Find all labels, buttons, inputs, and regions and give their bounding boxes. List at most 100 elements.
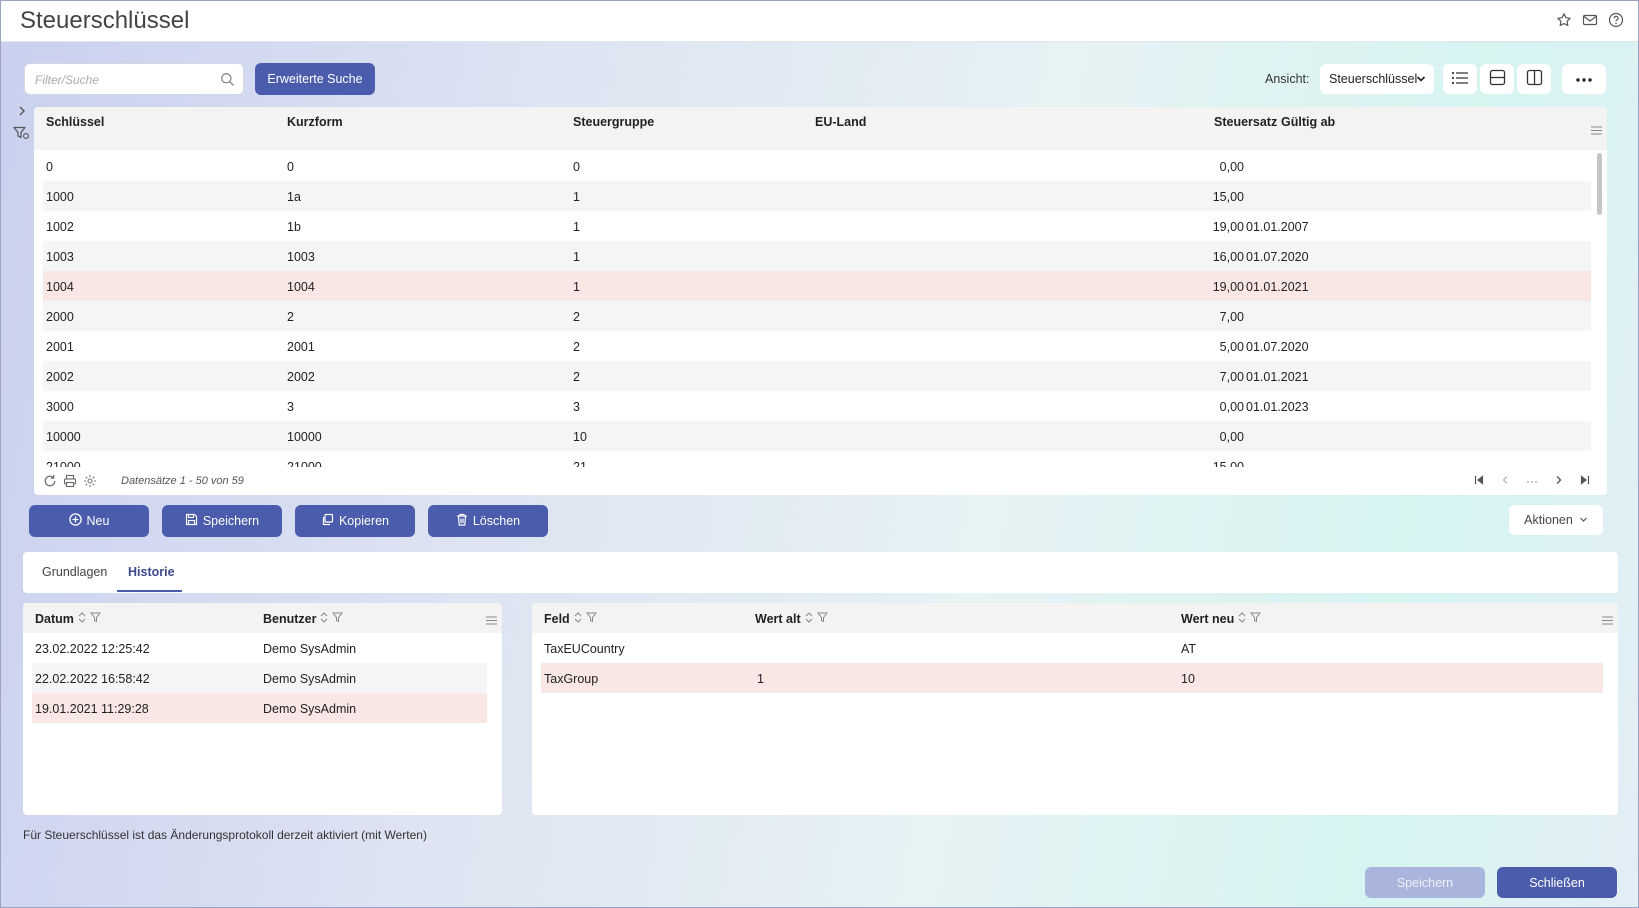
cell-schluessel: 1002 <box>46 220 74 234</box>
cell-gueltig: 01.01.2021 <box>1246 280 1309 294</box>
filter-icon[interactable] <box>585 612 597 626</box>
delete-button[interactable]: Löschen <box>428 505 548 537</box>
change-row[interactable]: TaxEUCountry AT <box>541 633 1603 663</box>
sort-icon[interactable] <box>1238 612 1246 626</box>
table-row[interactable]: 2001 2001 2 5,00 01.07.2020 <box>43 331 1591 361</box>
sort-icon[interactable] <box>574 612 582 626</box>
advanced-search-button[interactable]: Erweiterte Suche <box>255 63 375 95</box>
next-page-icon[interactable] <box>1555 474 1563 488</box>
cell-schluessel: 1000 <box>46 190 74 204</box>
column-header-wert-neu[interactable]: Wert neu <box>1181 612 1262 626</box>
column-header-schluessel[interactable]: Schlüssel <box>46 115 104 129</box>
table-row[interactable]: 21000 21000 21 15,00 <box>43 451 1591 467</box>
chevron-down-icon <box>1416 73 1426 87</box>
cell-gueltig: 01.01.2023 <box>1246 400 1309 414</box>
save-button[interactable]: Speichern <box>162 505 282 537</box>
column-header-steuergruppe[interactable]: Steuergruppe <box>573 115 654 129</box>
history-row[interactable]: 19.01.2021 11:29:28 Demo SysAdmin <box>32 693 487 723</box>
filter-icon[interactable] <box>89 612 101 626</box>
column-menu-icon[interactable] <box>1602 614 1613 628</box>
cell-schluessel: 1004 <box>46 280 74 294</box>
column-menu-icon[interactable] <box>486 614 497 628</box>
star-icon[interactable] <box>1556 12 1572 28</box>
mail-icon[interactable] <box>1582 12 1598 28</box>
column-menu-icon[interactable] <box>1591 124 1602 138</box>
search-box[interactable] <box>24 63 244 95</box>
active-tab-indicator <box>117 590 182 592</box>
cell-kurzform: 10000 <box>287 430 322 444</box>
cell-steuergruppe: 1 <box>573 280 580 294</box>
column-header-kurzform[interactable]: Kurzform <box>287 115 343 129</box>
change-row[interactable]: TaxGroup 1 10 <box>541 663 1603 693</box>
table-row[interactable]: 1003 1003 1 16,00 01.07.2020 <box>43 241 1591 271</box>
cell-steuergruppe: 2 <box>573 310 580 324</box>
history-row[interactable]: 23.02.2022 12:25:42 Demo SysAdmin <box>32 633 487 663</box>
new-button[interactable]: Neu <box>29 505 149 537</box>
changes-header: Feld Wert alt Wert neu <box>532 603 1618 633</box>
settings-icon[interactable] <box>83 474 97 491</box>
table-row[interactable]: 2002 2002 2 7,00 01.01.2021 <box>43 361 1591 391</box>
column-header-steuersatz[interactable]: Steuersatz <box>1214 115 1277 129</box>
filter-settings-icon[interactable] <box>13 126 30 143</box>
previous-page-icon[interactable] <box>1501 474 1509 488</box>
actions-dropdown[interactable]: Aktionen <box>1509 505 1603 535</box>
cell-kurzform: 1a <box>287 190 301 204</box>
page-ellipsis[interactable]: ··· <box>1526 474 1538 488</box>
sort-icon[interactable] <box>78 612 86 626</box>
cell-steuersatz: 19,00 <box>1212 220 1244 234</box>
column-header-wert-neu-label: Wert neu <box>1181 612 1235 626</box>
table-row[interactable]: 1000 1a 1 15,00 <box>43 181 1591 211</box>
table-row[interactable]: 1002 1b 1 19,00 01.01.2007 <box>43 211 1591 241</box>
detail-tabs: Grundlagen Historie <box>23 552 1618 593</box>
table-row[interactable]: 0 0 0 0,00 <box>43 151 1591 181</box>
split-horizontal-button[interactable] <box>1480 64 1514 94</box>
cell-schluessel: 2000 <box>46 310 74 324</box>
column-header-wert-alt[interactable]: Wert alt <box>755 612 828 626</box>
footer-save-button[interactable]: Speichern <box>1365 867 1485 898</box>
filter-icon[interactable] <box>1250 612 1262 626</box>
table-row[interactable]: 3000 3 3 0,00 01.01.2023 <box>43 391 1591 421</box>
cell-benutzer: Demo SysAdmin <box>263 672 357 686</box>
table-row[interactable]: 10000 10000 10 0,00 <box>43 421 1591 451</box>
table-row[interactable]: 2000 2 2 7,00 <box>43 301 1591 331</box>
column-header-gueltig[interactable]: Gültig ab <box>1281 115 1335 129</box>
cell-steuergruppe: 1 <box>573 220 580 234</box>
split-vertical-button[interactable] <box>1517 64 1551 94</box>
cell-schluessel: 1003 <box>46 250 74 264</box>
refresh-icon[interactable] <box>43 474 57 491</box>
column-header-euland[interactable]: EU-Land <box>815 115 866 129</box>
chevron-right-icon[interactable] <box>17 105 27 120</box>
print-icon[interactable] <box>63 474 77 491</box>
more-horizontal-icon <box>1575 72 1593 86</box>
copy-button-label: Kopieren <box>338 514 390 528</box>
history-header: Datum Benutzer <box>23 603 502 633</box>
history-row[interactable]: 22.02.2022 16:58:42 Demo SysAdmin <box>32 663 487 693</box>
table-row[interactable]: 1004 1004 1 19,00 01.01.2021 <box>43 271 1591 301</box>
save-button-label: Speichern <box>202 514 260 528</box>
column-header-feld[interactable]: Feld <box>544 612 597 626</box>
copy-button[interactable]: Kopieren <box>295 505 415 537</box>
first-page-icon[interactable] <box>1474 474 1484 488</box>
more-options-button[interactable] <box>1562 64 1606 94</box>
search-icon[interactable] <box>220 72 235 90</box>
cell-steuergruppe: 10 <box>573 430 587 444</box>
column-header-benutzer[interactable]: Benutzer <box>263 612 344 626</box>
close-button[interactable]: Schließen <box>1497 867 1617 898</box>
help-icon[interactable] <box>1608 12 1624 28</box>
tab-historie[interactable]: Historie <box>128 565 175 579</box>
tab-grundlagen[interactable]: Grundlagen <box>42 565 107 579</box>
last-page-icon[interactable] <box>1580 474 1590 488</box>
search-input[interactable] <box>35 71 215 89</box>
cell-steuergruppe: 3 <box>573 400 580 414</box>
sort-icon[interactable] <box>320 612 328 626</box>
cell-steuersatz: 0,00 <box>1219 400 1244 414</box>
vertical-scrollbar[interactable] <box>1597 153 1602 215</box>
column-header-datum[interactable]: Datum <box>35 612 101 626</box>
view-select[interactable]: Steuerschlüssel <box>1320 64 1434 94</box>
sort-icon[interactable] <box>805 612 813 626</box>
cell-gueltig: 01.01.2007 <box>1246 220 1309 234</box>
filter-icon[interactable] <box>816 612 828 626</box>
list-view-button[interactable] <box>1443 64 1477 94</box>
filter-icon[interactable] <box>332 612 344 626</box>
cell-schluessel: 21000 <box>46 460 81 467</box>
